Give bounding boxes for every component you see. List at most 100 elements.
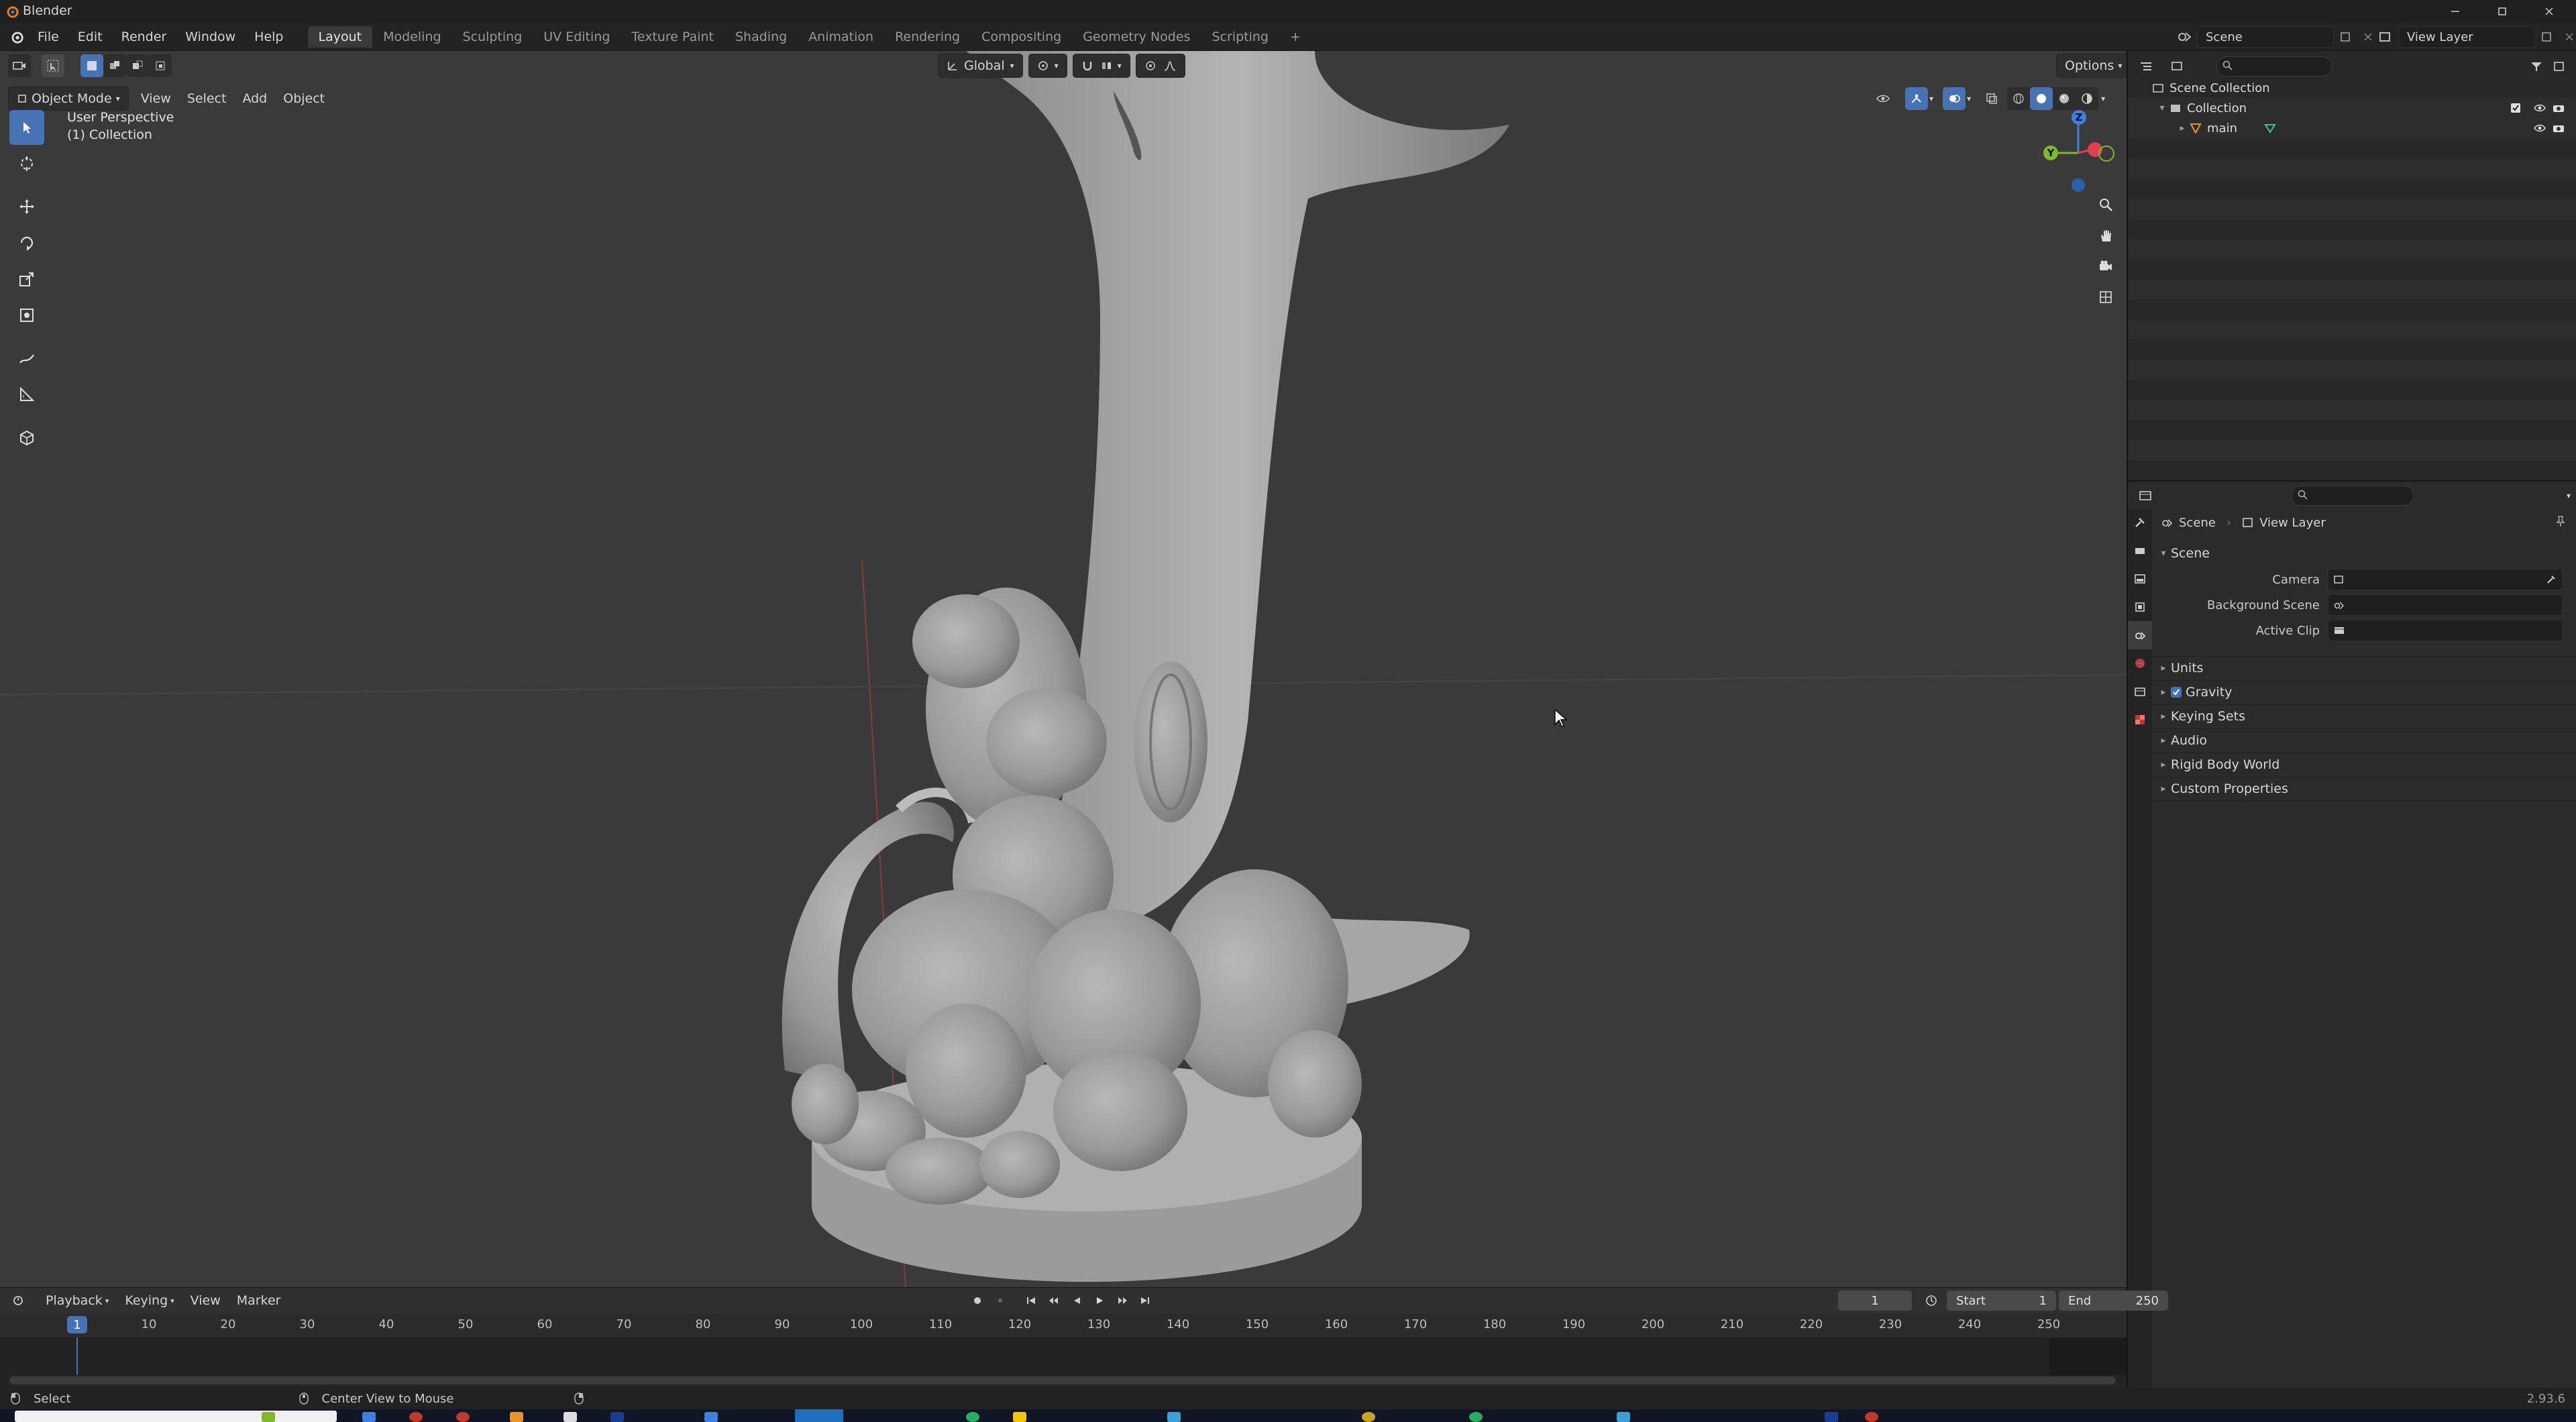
xray-toggle-icon[interactable]: [1980, 87, 2003, 110]
tab-output-icon[interactable]: [2128, 565, 2152, 593]
new-scene-icon[interactable]: [2334, 25, 2357, 48]
current-frame-field[interactable]: 1: [1838, 1291, 1912, 1311]
timeline-menu-marker[interactable]: Marker: [229, 1289, 289, 1312]
taskbar-app-icon[interactable]: [1362, 1412, 1375, 1422]
jump-prev-keyframe-icon[interactable]: [1042, 1289, 1065, 1312]
tab-geometry-nodes[interactable]: Geometry Nodes: [1072, 26, 1201, 48]
taskbar-app-icon[interactable]: [1825, 1412, 1838, 1422]
gizmo-neg-y-axis[interactable]: [2098, 146, 2114, 162]
pan-hand-icon[interactable]: [2094, 224, 2117, 247]
taskbar-app-icon[interactable]: [1013, 1412, 1026, 1422]
properties-editor-type-icon[interactable]: [2135, 484, 2157, 507]
taskbar-app-icon[interactable]: [362, 1412, 376, 1422]
snap-toggle[interactable]: ▾: [1072, 54, 1130, 78]
select-new-icon[interactable]: [80, 54, 103, 77]
eye-icon[interactable]: [2533, 103, 2546, 113]
taskbar-app-icon[interactable]: [1865, 1412, 1878, 1422]
display-mode-icon[interactable]: [2167, 55, 2190, 78]
navigation-gizmo[interactable]: Z Y: [2019, 107, 2114, 195]
tab-render-icon[interactable]: [2128, 537, 2152, 565]
rendered-shading-icon[interactable]: [2076, 87, 2098, 110]
breadcrumb-view-layer[interactable]: View Layer: [2259, 516, 2326, 530]
tab-view-layer-icon[interactable]: [2128, 593, 2152, 621]
timeline-track-area[interactable]: [0, 1337, 2127, 1388]
tab-tool-icon[interactable]: [2128, 508, 2152, 537]
eye-icon[interactable]: [2533, 123, 2546, 133]
new-collection-icon[interactable]: [2548, 55, 2571, 78]
jump-next-keyframe-icon[interactable]: [1111, 1289, 1134, 1312]
taskbar-app-icon[interactable]: [510, 1412, 523, 1422]
panel-custom-properties[interactable]: ▸ Custom Properties: [2152, 777, 2576, 801]
panel-audio[interactable]: ▸ Audio: [2152, 728, 2576, 752]
tab-texture-icon[interactable]: [2128, 706, 2152, 734]
zoom-icon[interactable]: [2094, 193, 2117, 216]
panel-units[interactable]: ▸ Units: [2152, 656, 2576, 679]
delete-scene-icon[interactable]: [2357, 25, 2379, 48]
taskbar-app-icon[interactable]: [704, 1412, 718, 1422]
viewport-menu-object[interactable]: Object: [275, 87, 333, 110]
options-dropdown[interactable]: Options ▾: [2056, 54, 2127, 78]
tab-uv-editing[interactable]: UV Editing: [533, 26, 621, 48]
exclude-checkbox[interactable]: [2510, 103, 2521, 113]
taskbar-app-icon[interactable]: [456, 1412, 470, 1422]
jump-end-icon[interactable]: [1134, 1289, 1157, 1312]
start-frame-field[interactable]: Start 1: [1947, 1291, 2056, 1311]
select-extend-icon[interactable]: [103, 54, 126, 77]
taskbar-app-icon[interactable]: [409, 1412, 423, 1422]
select-tool-icon[interactable]: [42, 54, 64, 77]
tab-animation[interactable]: Animation: [798, 26, 884, 48]
gizmo-neg-z-axis[interactable]: [2072, 178, 2085, 192]
measure-icon[interactable]: [9, 377, 44, 412]
transform-icon[interactable]: [9, 298, 44, 333]
gizmo-z-axis[interactable]: Z: [2072, 110, 2086, 125]
tab-compositing[interactable]: Compositing: [971, 26, 1072, 48]
play-reverse-icon[interactable]: [1065, 1289, 1088, 1312]
view-layer-selector[interactable]: View Layer: [2378, 25, 2576, 48]
pin-icon[interactable]: [2555, 515, 2567, 527]
timeline-menu-playback[interactable]: Playback ▾: [38, 1289, 117, 1312]
end-frame-field[interactable]: End 250: [2059, 1291, 2168, 1311]
proportional-edit-toggle[interactable]: [1135, 54, 1185, 78]
taskbar-search-box[interactable]: [15, 1411, 337, 1422]
taskbar-app-icon[interactable]: [564, 1412, 577, 1422]
outliner-item-scene-collection[interactable]: Scene Collection: [2128, 78, 2576, 98]
panel-gravity[interactable]: ▸ Gravity: [2152, 680, 2576, 704]
expand-triangle-icon[interactable]: ▾: [2155, 103, 2169, 113]
add-workspace-icon[interactable]: +: [1279, 26, 1311, 48]
maximize-button[interactable]: [2482, 1, 2522, 21]
tab-world-icon[interactable]: [2128, 649, 2152, 677]
outliner-editor-type-icon[interactable]: [2135, 55, 2157, 78]
delete-view-layer-icon[interactable]: [2558, 25, 2576, 48]
wireframe-shading-icon[interactable]: [2007, 87, 2030, 110]
camera-icon[interactable]: [2552, 123, 2565, 133]
properties-search-input[interactable]: [2292, 486, 2414, 506]
panel-scene-header[interactable]: ▾ Scene: [2152, 542, 2576, 565]
cursor-icon[interactable]: [9, 146, 44, 181]
clock-icon[interactable]: [1920, 1289, 1943, 1312]
rotate-icon[interactable]: [9, 225, 44, 260]
menu-help[interactable]: Help: [245, 23, 292, 51]
select-box-icon[interactable]: [9, 110, 44, 145]
viewport-menu-select[interactable]: Select: [179, 87, 235, 110]
select-intersect-icon[interactable]: [149, 54, 172, 77]
blender-menu-icon[interactable]: [5, 25, 28, 48]
taskbar-active-app[interactable]: [795, 1409, 843, 1422]
gizmo-toggle-icon[interactable]: [1905, 87, 1928, 110]
camera-view-icon[interactable]: [2094, 255, 2117, 278]
pivot-point-dropdown[interactable]: ▾: [1028, 54, 1067, 78]
panel-keying-sets[interactable]: ▸ Keying Sets: [2152, 704, 2576, 728]
outliner-item-collection[interactable]: ▾ Collection: [2128, 98, 2576, 118]
sculpture-model[interactable]: [0, 51, 2127, 1287]
taskbar-app-icon[interactable]: [1617, 1412, 1630, 1422]
overlays-toggle-icon[interactable]: [1943, 87, 1966, 110]
taskbar-app-icon[interactable]: [1167, 1412, 1181, 1422]
timeline-menu-view[interactable]: View: [182, 1289, 229, 1312]
gravity-checkbox[interactable]: [2171, 687, 2182, 698]
camera-icon[interactable]: [2552, 103, 2565, 113]
tab-modeling[interactable]: Modeling: [372, 26, 451, 48]
tab-scene-icon[interactable]: [2128, 621, 2152, 649]
eyedropper-icon[interactable]: [2546, 574, 2557, 585]
new-view-layer-icon[interactable]: [2535, 25, 2558, 48]
filter-icon[interactable]: [2525, 55, 2548, 78]
perspective-toggle-icon[interactable]: [2094, 286, 2117, 309]
